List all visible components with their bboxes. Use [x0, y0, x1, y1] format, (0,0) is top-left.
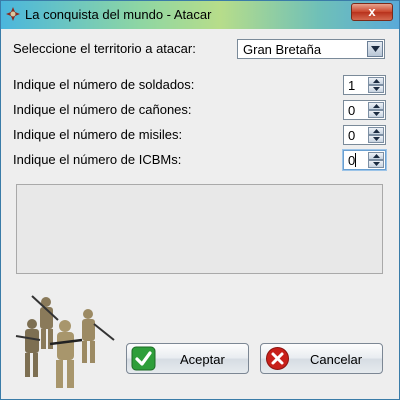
result-text-area[interactable] — [16, 184, 383, 274]
soldiers-value: 1 — [348, 78, 356, 93]
icbms-label: Indique el número de ICBMs: — [13, 152, 182, 167]
close-icon: x — [368, 4, 376, 19]
soldiers-illustration — [15, 295, 115, 388]
icbms-stepper[interactable]: 0 — [343, 150, 386, 170]
soldiers-label: Indique el número de soldados: — [13, 77, 195, 92]
chevron-down-icon[interactable] — [367, 41, 383, 57]
cancel-x-icon — [266, 347, 289, 370]
territory-select[interactable]: Gran Bretaña — [237, 39, 385, 59]
cannons-value: 0 — [348, 103, 356, 118]
missiles-value: 0 — [348, 128, 356, 143]
accept-button[interactable]: Aceptar — [126, 343, 249, 374]
territory-label: Seleccione el territorio a atacar: — [13, 41, 196, 56]
increment-arrow-icon[interactable] — [368, 152, 384, 160]
soldiers-stepper[interactable]: 1 — [343, 75, 386, 95]
decrement-arrow-icon[interactable] — [368, 110, 384, 118]
increment-arrow-icon[interactable] — [368, 77, 384, 85]
decrement-arrow-icon[interactable] — [368, 160, 384, 168]
missiles-label: Indique el número de misiles: — [13, 127, 183, 142]
text-caret — [355, 153, 356, 167]
missiles-stepper[interactable]: 0 — [343, 125, 386, 145]
decrement-arrow-icon[interactable] — [368, 85, 384, 93]
attack-dialog: La conquista del mundo - Atacar x Selecc… — [0, 0, 400, 400]
dialog-content: Seleccione el territorio a atacar: Gran … — [4, 29, 396, 397]
checkmark-icon — [131, 346, 156, 371]
app-icon — [6, 7, 20, 21]
increment-arrow-icon[interactable] — [368, 127, 384, 135]
cancel-button[interactable]: Cancelar — [260, 343, 383, 374]
accept-button-label: Aceptar — [180, 352, 225, 367]
close-button[interactable]: x — [351, 3, 393, 21]
cannons-stepper[interactable]: 0 — [343, 100, 386, 120]
window-title: La conquista del mundo - Atacar — [25, 7, 212, 22]
cannons-label: Indique el número de cañones: — [13, 102, 192, 117]
cancel-button-label: Cancelar — [310, 352, 363, 367]
decrement-arrow-icon[interactable] — [368, 135, 384, 143]
title-bar[interactable]: La conquista del mundo - Atacar x — [1, 1, 399, 29]
territory-selected-value: Gran Bretaña — [243, 42, 322, 57]
increment-arrow-icon[interactable] — [368, 102, 384, 110]
